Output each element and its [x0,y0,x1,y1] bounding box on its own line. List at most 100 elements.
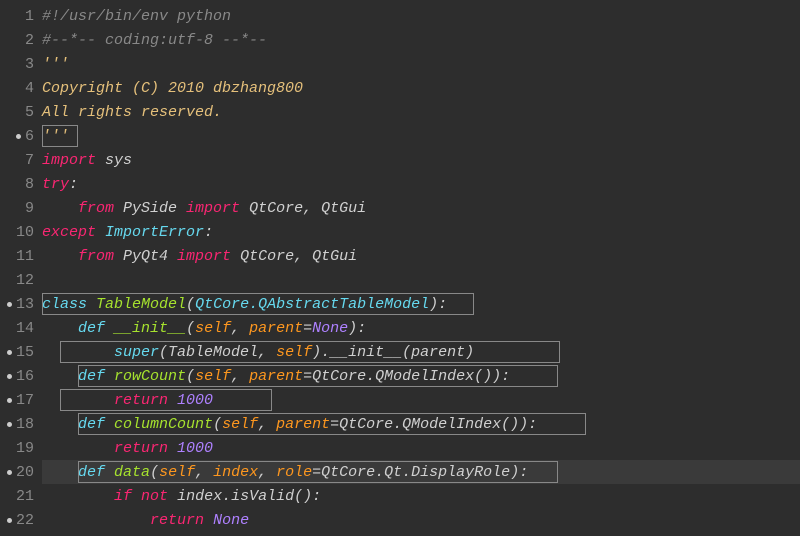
code-area[interactable]: #!/usr/bin/env python#--*-- coding:utf-8… [42,0,800,536]
token: self [276,344,312,361]
line-number: 9 [25,200,34,217]
code-line[interactable]: from PyQt4 import QtCore, QtGui [42,244,800,268]
token [42,320,78,337]
code-editor[interactable]: 12345678910111213141516171819202122 #!/u… [0,0,800,536]
token: data [114,464,150,481]
token: def [78,416,105,433]
token: PySide [114,200,186,217]
line-number-row: 19 [0,436,42,460]
code-line[interactable]: if not index.isValid(): [42,484,800,508]
token: ''' [42,56,69,73]
token: try [42,176,69,193]
code-line[interactable]: def rowCount(self, parent=QtCore.QModelI… [42,364,800,388]
token: parent [276,416,330,433]
line-number: 5 [25,104,34,121]
code-line[interactable]: def __init__(self, parent=None): [42,316,800,340]
token [168,440,177,457]
token [42,344,114,361]
token: ( [186,368,195,385]
token: self [195,368,231,385]
code-line[interactable]: ''' [42,52,800,76]
line-number: 10 [16,224,34,241]
line-number-row: 22 [0,508,42,532]
code-line[interactable]: import sys [42,148,800,172]
line-number: 13 [16,296,34,313]
token: 1000 [177,440,213,457]
code-line[interactable]: ''' [42,124,800,148]
token: ( [213,416,222,433]
token: ( [150,464,159,481]
token: not [141,488,168,505]
token [105,368,114,385]
code-line[interactable]: class TableModel(QtCore.QAbstractTableMo… [42,292,800,316]
code-line[interactable] [42,268,800,292]
line-number-row: 1 [0,4,42,28]
token: parent [249,320,303,337]
code-line[interactable]: super(TableModel, self).__init__(parent) [42,340,800,364]
token [42,440,114,457]
token: parent [249,368,303,385]
code-line[interactable]: def data(self, index, role=QtCore.Qt.Dis… [42,460,800,484]
line-number: 7 [25,152,34,169]
token: self [159,464,195,481]
line-number-row: 4 [0,76,42,100]
token: return [114,440,168,457]
code-line[interactable]: return None [42,508,800,532]
line-number-row: 5 [0,100,42,124]
token: None [312,320,348,337]
token: self [195,320,231,337]
token [42,488,114,505]
token: QtCore.QAbstractTableModel [195,296,429,313]
token [42,248,78,265]
code-line[interactable]: return 1000 [42,436,800,460]
line-number-gutter: 12345678910111213141516171819202122 [0,0,42,536]
token [42,416,78,433]
line-number: 4 [25,80,34,97]
token: ''' [42,128,69,145]
line-number-row: 11 [0,244,42,268]
token: self [222,416,258,433]
token: , [258,464,276,481]
code-line[interactable]: #--*-- coding:utf-8 --*-- [42,28,800,52]
code-line[interactable]: return 1000 [42,388,800,412]
line-number: 12 [16,272,34,289]
line-number: 14 [16,320,34,337]
code-line[interactable]: try: [42,172,800,196]
token: : [69,176,78,193]
token: import [42,152,96,169]
token: rowCount [114,368,186,385]
token: 1000 [177,392,213,409]
token: ): [429,296,447,313]
token: PyQt4 [114,248,177,265]
token: =QtCore.QModelIndex()): [330,416,537,433]
modified-dot-icon [7,518,12,523]
token [105,464,114,481]
code-line[interactable]: except ImportError: [42,220,800,244]
token: def [78,464,105,481]
token [105,320,114,337]
token: columnCount [114,416,213,433]
token: ): [348,320,366,337]
line-number-row: 21 [0,484,42,508]
line-number-row: 14 [0,316,42,340]
line-number-row: 12 [0,268,42,292]
token: import [186,200,240,217]
code-line[interactable]: from PySide import QtCore, QtGui [42,196,800,220]
line-number: 22 [16,512,34,529]
token: , [231,320,249,337]
token: =QtCore.Qt.DisplayRole): [312,464,528,481]
token: ( [186,296,195,313]
code-line[interactable]: Copyright (C) 2010 dbzhang800 [42,76,800,100]
code-line[interactable]: def columnCount(self, parent=QtCore.QMod… [42,412,800,436]
line-number-row: 16 [0,364,42,388]
token: __init__ [114,320,186,337]
token: except [42,224,96,241]
token: ).__init__(parent) [312,344,474,361]
line-number: 16 [16,368,34,385]
code-line[interactable]: All rights reserved. [42,100,800,124]
token: if [114,488,132,505]
line-number-row: 8 [0,172,42,196]
line-number-row: 10 [0,220,42,244]
code-line[interactable]: #!/usr/bin/env python [42,4,800,28]
token: super [114,344,159,361]
